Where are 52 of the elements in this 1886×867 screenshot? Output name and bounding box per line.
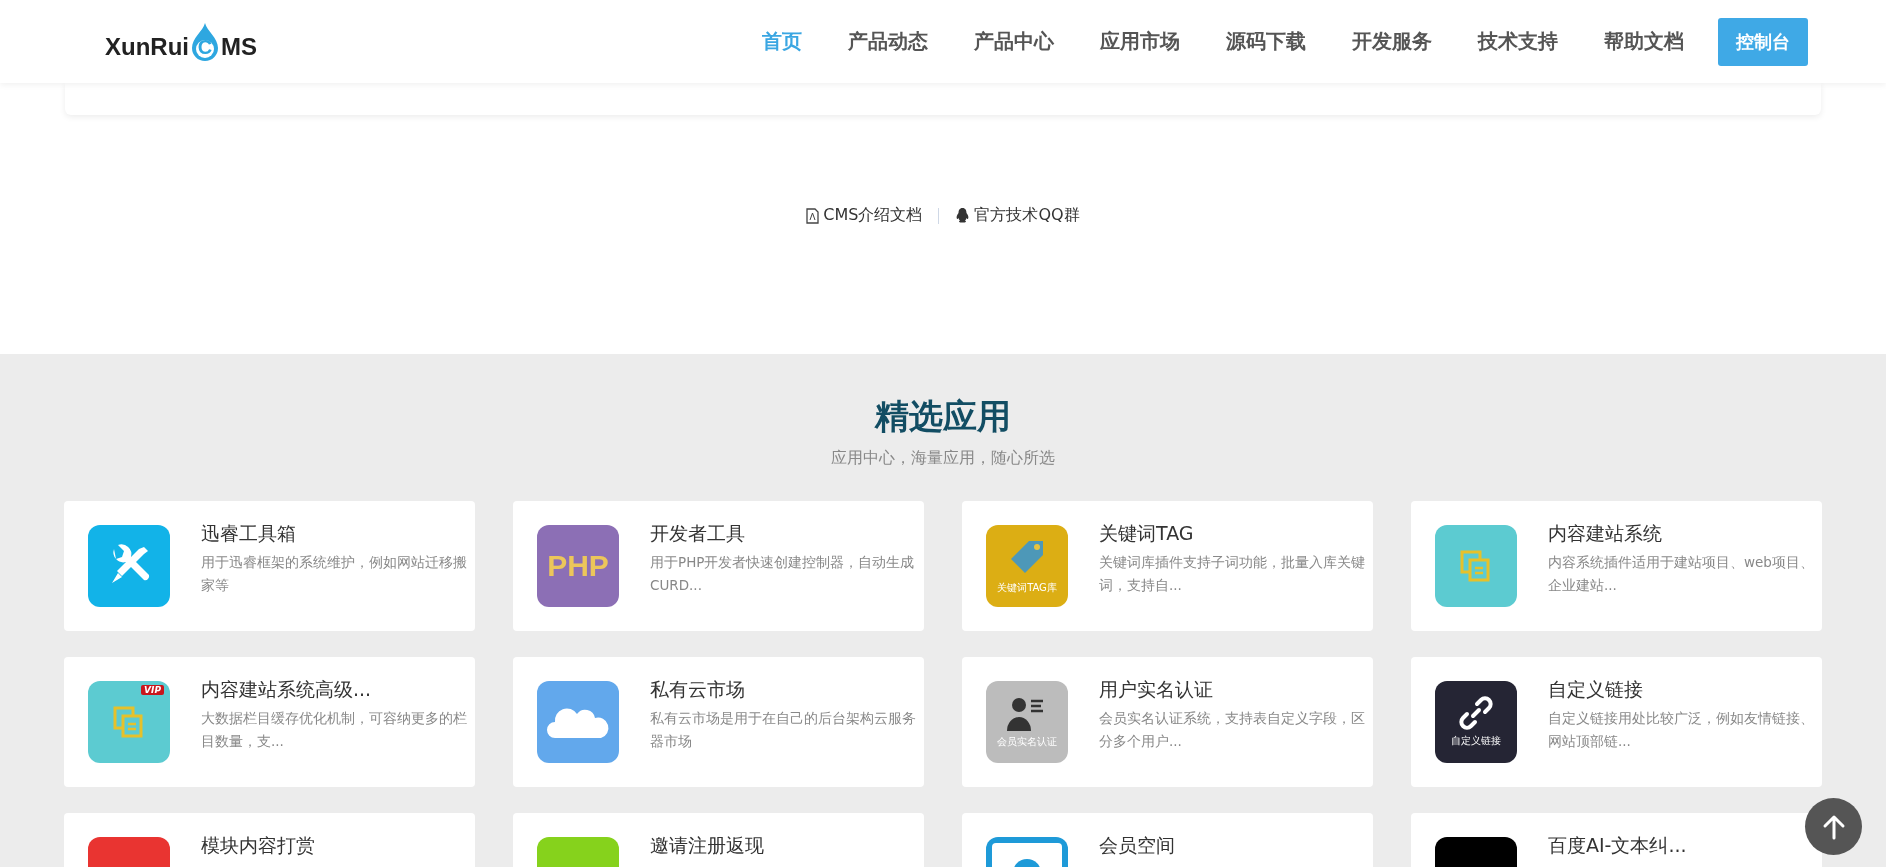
app-card[interactable]: 迅睿工具箱 用于迅睿框架的系统维护，例如网站迁移搬家等	[64, 501, 475, 631]
app-description: 用于PHP开发者快速创建控制器，自动生成CURD...	[650, 553, 916, 595]
app-card[interactable]: 关键词TAG库 关键词TAG 关键词库插件支持子词功能，批量入库关键词，支持自...	[962, 501, 1373, 631]
nav-link[interactable]: 帮助文档	[1604, 28, 1684, 55]
arrow-up-icon	[1821, 813, 1846, 840]
app-title: 开发者工具	[650, 521, 746, 546]
nav-link[interactable]: 开发服务	[1352, 28, 1432, 55]
app-icon: 关键词TAG库	[986, 525, 1068, 607]
app-card[interactable]: 私有云市场 私有云市场是用于在自己的后台架构云服务器市场	[513, 657, 924, 787]
document-icon	[806, 207, 820, 224]
app-title: 邀请注册返现	[650, 833, 765, 858]
app-description: 自定义链接用处比较广泛，例如友情链接、网站顶部链...	[1548, 709, 1815, 751]
nav-link[interactable]: 应用市场	[1100, 28, 1180, 55]
app-description: 内容系统插件适用于建站项目、web项目、企业建站...	[1548, 553, 1815, 595]
app-card[interactable]: 邀请注册返现	[513, 813, 924, 867]
app-card[interactable]: VIP 内容建站系统高级... 大数据栏目缓存优化机制，可容纳更多的栏目数量，支...	[64, 657, 475, 787]
app-card[interactable]: 百度AI-文本纠...	[1411, 813, 1822, 867]
section-subtitle: 应用中心，海量应用，随心所选	[831, 448, 1055, 469]
app-title: 模块内容打赏	[201, 833, 316, 858]
app-title: 私有云市场	[650, 677, 746, 702]
app-description: 会员实名认证系统，支持表自定义字段，区分多个用户...	[1099, 709, 1366, 751]
penguin-icon	[955, 207, 971, 224]
xunrui-cms-logo[interactable]: XunRui C MS	[105, 21, 257, 62]
app-card[interactable]: 模块内容打赏	[64, 813, 475, 867]
app-card[interactable]: 内容建站系统 内容系统插件适用于建站项目、web项目、企业建站...	[1411, 501, 1822, 631]
text-link[interactable]: CMS介绍文档	[806, 205, 923, 226]
app-title: 内容建站系统高级...	[201, 677, 373, 702]
nav-link[interactable]: 源码下载	[1226, 28, 1306, 55]
app-icon: 自定义链接	[1435, 681, 1517, 763]
nav-link[interactable]: 产品中心	[974, 28, 1054, 55]
text-link[interactable]: 官方技术QQ群	[955, 205, 1080, 226]
app-description: 私有云市场是用于在自己的后台架构云服务器市场	[650, 709, 917, 751]
app-title: 百度AI-文本纠...	[1548, 833, 1688, 858]
app-card[interactable]: 会员空间	[962, 813, 1373, 867]
app-description: 用于迅睿框架的系统维护，例如网站迁移搬家等	[201, 553, 468, 595]
app-description: 关键词库插件支持子词功能，批量入库关键词，支持自...	[1099, 553, 1366, 595]
app-title: 内容建站系统	[1548, 521, 1663, 546]
nav-link[interactable]: 技术支持	[1478, 28, 1558, 55]
app-card[interactable]: PHP 开发者工具 用于PHP开发者快速创建控制器，自动生成CURD...	[513, 501, 924, 631]
section-title: 精选应用	[875, 395, 1011, 438]
app-icon: 会员实名认证	[986, 681, 1068, 763]
app-icon: PHP	[537, 525, 619, 607]
app-description: 大数据栏目缓存优化机制，可容纳更多的栏目数量，支...	[201, 709, 468, 751]
app-card[interactable]: 会员实名认证 用户实名认证 会员实名认证系统，支持表自定义字段，区分多个用户...	[962, 657, 1373, 787]
nav-link[interactable]: 产品动态	[848, 28, 928, 55]
app-title: 关键词TAG	[1099, 521, 1195, 546]
app-title: 用户实名认证	[1099, 677, 1214, 702]
app-title: 迅睿工具箱	[201, 521, 297, 546]
app-title: 自定义链接	[1548, 677, 1644, 702]
vip-badge: VIP	[141, 685, 164, 695]
app-title: 会员空间	[1099, 833, 1176, 858]
app-card[interactable]: 自定义链接 自定义链接 自定义链接用处比较广泛，例如友情链接、网站顶部链...	[1411, 657, 1822, 787]
